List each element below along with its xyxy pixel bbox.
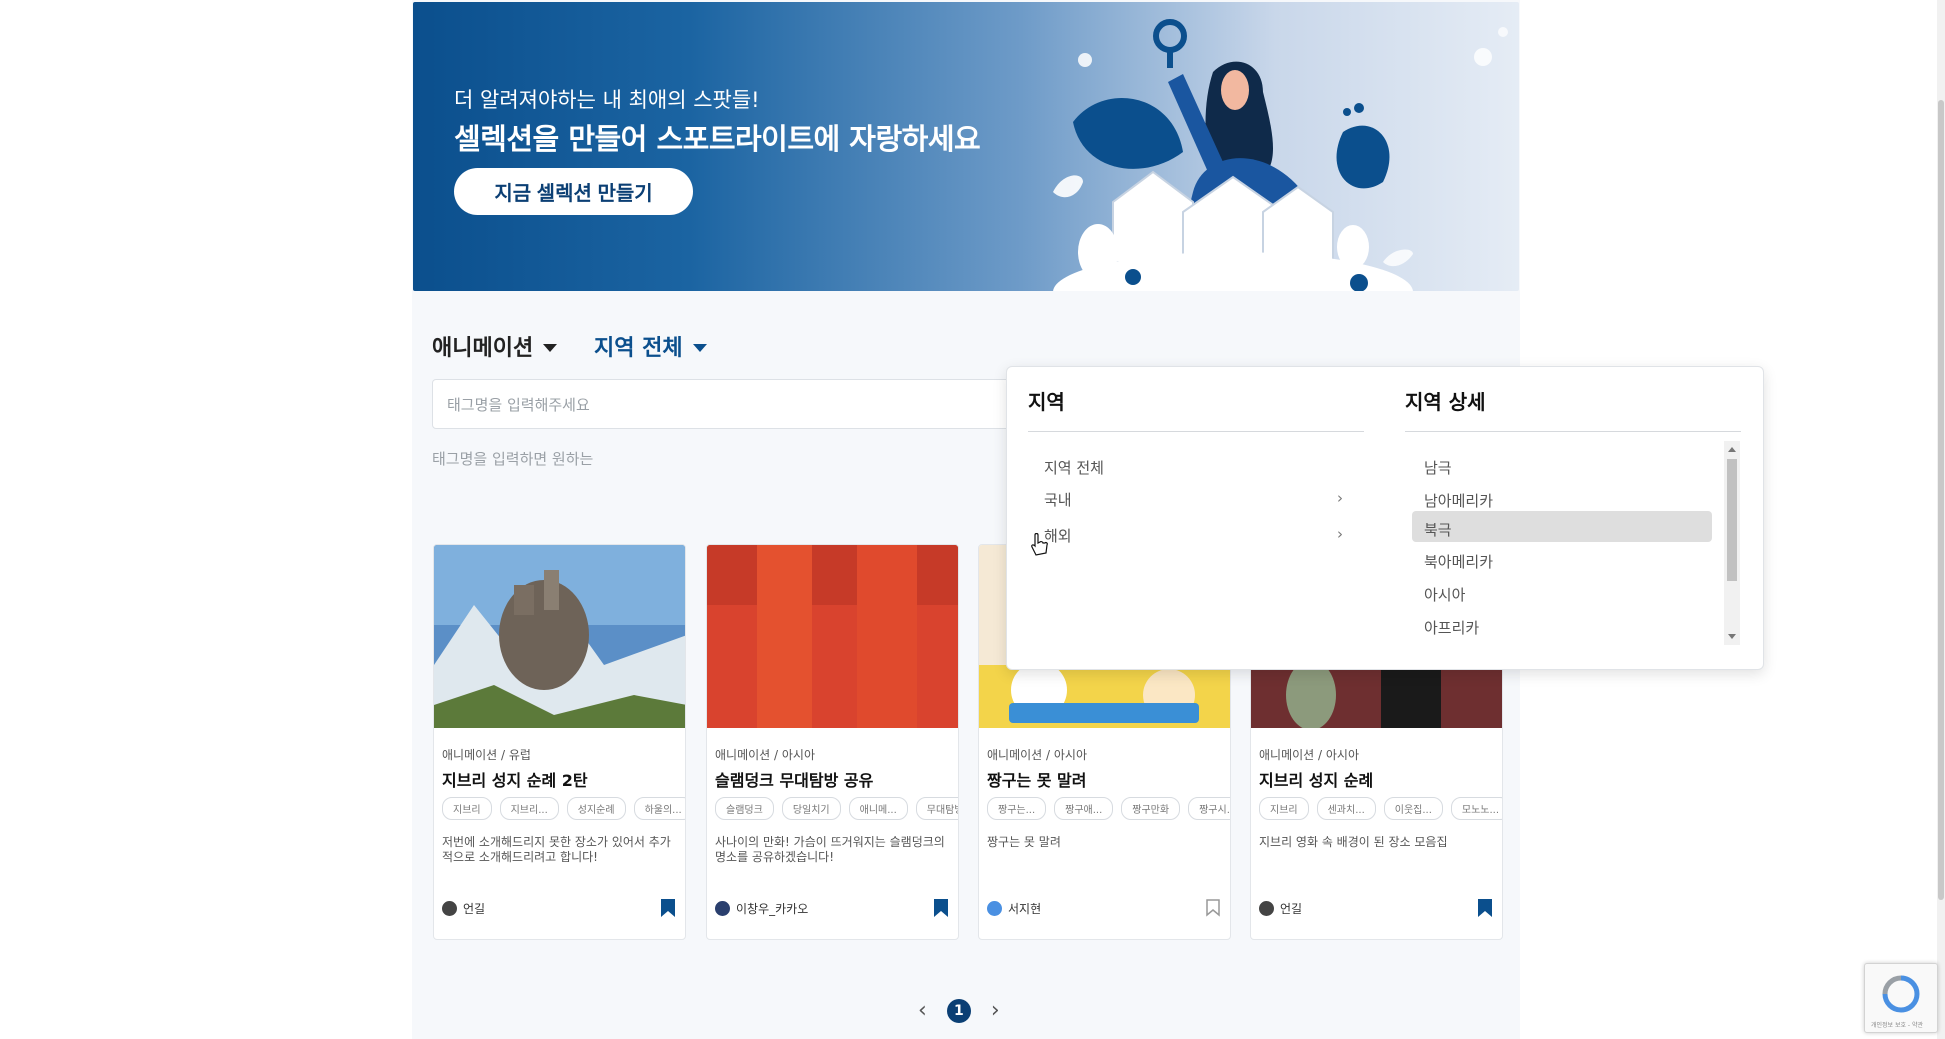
tag-chip[interactable]: 지브리... bbox=[499, 797, 559, 820]
hand-cursor-icon bbox=[1031, 533, 1048, 556]
card-title: 지브리 성지 순례 bbox=[1259, 771, 1374, 790]
scroll-down-icon[interactable] bbox=[1728, 634, 1736, 639]
detail-option[interactable]: 남아메리카 bbox=[1424, 490, 1493, 511]
tag-chip[interactable]: 센과치... bbox=[1316, 797, 1376, 820]
tag-chip[interactable]: 짱구시... bbox=[1188, 797, 1230, 820]
avatar bbox=[1259, 901, 1274, 916]
caret-down-icon bbox=[543, 343, 558, 352]
detail-option[interactable]: 아시아 bbox=[1424, 584, 1465, 605]
divider bbox=[1028, 431, 1364, 432]
tag-chip[interactable]: 지브리 bbox=[442, 797, 492, 820]
card-thumbnail bbox=[707, 545, 958, 728]
card-author: 이창우_카카오 bbox=[715, 900, 808, 917]
tag-chip[interactable]: 성지순례 bbox=[566, 797, 626, 820]
selection-card[interactable]: 애니메이션 / 유럽 지브리 성지 순례 2탄 지브리 지브리... 성지순례 … bbox=[433, 544, 686, 940]
detail-option[interactable]: 남극 bbox=[1424, 457, 1452, 478]
page-container: 더 알려져야하는 내 최애의 스팟들! 셀렉션을 만들어 스포트라이트에 자랑하… bbox=[412, 0, 1764, 1039]
scrollbar-thumb[interactable] bbox=[1727, 459, 1737, 581]
divider bbox=[1405, 431, 1741, 432]
page-number-current[interactable]: 1 bbox=[946, 998, 971, 1023]
card-author: 서지현 bbox=[987, 900, 1041, 917]
caret-down-icon bbox=[692, 343, 707, 352]
tag-chip[interactable]: 짱구애... bbox=[1054, 797, 1114, 820]
region-detail-list: 남극 남아메리카 북극 북아메리카 아시아 아프리카 bbox=[1412, 441, 1726, 641]
card-description: 저번에 소개해드리지 못한 장소가 있어서 추가적으로 소개해드리려고 합니다! bbox=[442, 835, 671, 864]
card-category: 애니메이션 / 유럽 bbox=[442, 748, 531, 762]
card-category: 애니메이션 / 아시아 bbox=[1259, 748, 1359, 762]
hover-highlight bbox=[1412, 511, 1712, 542]
region-filter-label: 지역 전체 bbox=[594, 336, 683, 361]
region-filter[interactable]: 지역 전체 bbox=[594, 330, 707, 362]
region-option-overseas[interactable]: 해외 bbox=[1044, 525, 1072, 546]
author-name: 이창우_카카오 bbox=[736, 902, 809, 916]
card-tags: 지브리 지브리... 성지순례 하울의... bbox=[442, 797, 685, 820]
avatar bbox=[442, 901, 457, 916]
card-title: 짱구는 못 말려 bbox=[987, 771, 1087, 790]
region-detail-header: 지역 상세 bbox=[1405, 390, 1486, 414]
author-name: 서지현 bbox=[1008, 902, 1042, 916]
card-author: 언길 bbox=[442, 900, 485, 917]
tag-hint-text: 태그명을 입력하면 원하는 bbox=[432, 450, 594, 468]
region-dropdown-panel: 지역 지역 상세 지역 전체 국내 › 해외 › 남극 남아메리카 북극 북아메… bbox=[1006, 366, 1764, 670]
card-category: 애니메이션 / 아시아 bbox=[715, 748, 815, 762]
avatar bbox=[987, 901, 1002, 916]
card-description: 짱구는 못 말려 bbox=[987, 835, 1061, 849]
tag-chip[interactable]: 짱구는... bbox=[987, 797, 1047, 820]
category-filter-label: 애니메이션 bbox=[432, 336, 534, 361]
card-description: 사나이의 만화! 가슴이 뜨거워지는 슬램덩크의 명소를 공유하겠습니다! bbox=[715, 835, 945, 864]
card-description: 지브리 영화 속 배경이 된 장소 모음집 bbox=[1259, 835, 1448, 849]
card-title: 슬램덩크 무대탐방 공유 bbox=[715, 771, 874, 790]
tag-chip[interactable]: 짱구만화 bbox=[1121, 797, 1181, 820]
create-selection-button[interactable]: 지금 셀렉션 만들기 bbox=[454, 168, 693, 215]
avatar bbox=[715, 901, 730, 916]
banner-subtitle: 더 알려져야하는 내 최애의 스팟들! bbox=[454, 88, 760, 112]
detail-list-scrollbar[interactable] bbox=[1724, 441, 1740, 645]
card-tags: 짱구는... 짱구애... 짱구만화 짱구시... bbox=[987, 797, 1230, 820]
bookmark-outline-icon[interactable] bbox=[1206, 899, 1220, 917]
banner-illustration bbox=[1053, 19, 1508, 291]
card-category: 애니메이션 / 아시아 bbox=[987, 748, 1087, 762]
tag-chip[interactable]: 당일치기 bbox=[781, 797, 841, 820]
region-option-all[interactable]: 지역 전체 bbox=[1044, 457, 1104, 478]
chevron-right-icon: › bbox=[1337, 489, 1343, 507]
region-column-header: 지역 bbox=[1028, 390, 1065, 414]
card-author: 언길 bbox=[1259, 900, 1302, 917]
recaptcha-terms[interactable]: 개인정보 보호 - 약관 bbox=[1871, 1020, 1923, 1029]
detail-option[interactable]: 북아메리카 bbox=[1424, 551, 1493, 572]
author-name: 언길 bbox=[463, 902, 486, 916]
bookmark-filled-icon[interactable] bbox=[934, 899, 948, 917]
window-scrollbar[interactable] bbox=[1937, 0, 1945, 1039]
bookmark-filled-icon[interactable] bbox=[1478, 899, 1492, 917]
detail-option-highlighted[interactable]: 북극 bbox=[1424, 519, 1452, 540]
chevron-right-icon: › bbox=[1337, 525, 1343, 543]
detail-option[interactable]: 아프리카 bbox=[1424, 617, 1479, 638]
prev-page-icon[interactable]: ‹ bbox=[918, 998, 927, 1023]
window-scrollbar-thumb[interactable] bbox=[1938, 100, 1944, 900]
recaptcha-icon bbox=[1882, 975, 1920, 1013]
category-filter[interactable]: 애니메이션 bbox=[432, 330, 558, 362]
recaptcha-badge[interactable]: 개인정보 보호 - 약관 bbox=[1864, 963, 1938, 1033]
scroll-up-icon[interactable] bbox=[1728, 447, 1736, 452]
card-title: 지브리 성지 순례 2탄 bbox=[442, 771, 588, 790]
promo-banner: 더 알려져야하는 내 최애의 스팟들! 셀렉션을 만들어 스포트라이트에 자랑하… bbox=[413, 2, 1519, 291]
tag-chip[interactable]: 모노노... bbox=[1450, 797, 1502, 820]
card-tags: 지브리 센과치... 이웃집... 모노노... bbox=[1259, 797, 1502, 820]
tag-chip[interactable]: 지브리 bbox=[1259, 797, 1309, 820]
banner-title: 셀렉션을 만들어 스포트라이트에 자랑하세요 bbox=[454, 122, 981, 156]
tag-chip[interactable]: 애니메... bbox=[848, 797, 908, 820]
next-page-icon[interactable]: › bbox=[991, 998, 1000, 1023]
card-tags: 슬램덩크 당일치기 애니메... 무대탐방 bbox=[715, 797, 958, 820]
tag-chip[interactable]: 이웃집... bbox=[1383, 797, 1443, 820]
selection-card[interactable]: 애니메이션 / 아시아 슬램덩크 무대탐방 공유 슬램덩크 당일치기 애니메..… bbox=[706, 544, 959, 940]
bookmark-filled-icon[interactable] bbox=[661, 899, 675, 917]
region-option-domestic[interactable]: 국내 bbox=[1044, 489, 1072, 510]
tag-chip[interactable]: 무대탐방 bbox=[915, 797, 958, 820]
pagination: ‹ 1 › bbox=[918, 998, 1000, 1023]
tag-chip[interactable]: 슬램덩크 bbox=[715, 797, 774, 820]
tag-chip[interactable]: 하울의... bbox=[633, 797, 685, 820]
author-name: 언길 bbox=[1280, 902, 1303, 916]
tag-input-placeholder: 태그명을 입력해주세요 bbox=[447, 395, 590, 414]
card-thumbnail bbox=[434, 545, 685, 728]
